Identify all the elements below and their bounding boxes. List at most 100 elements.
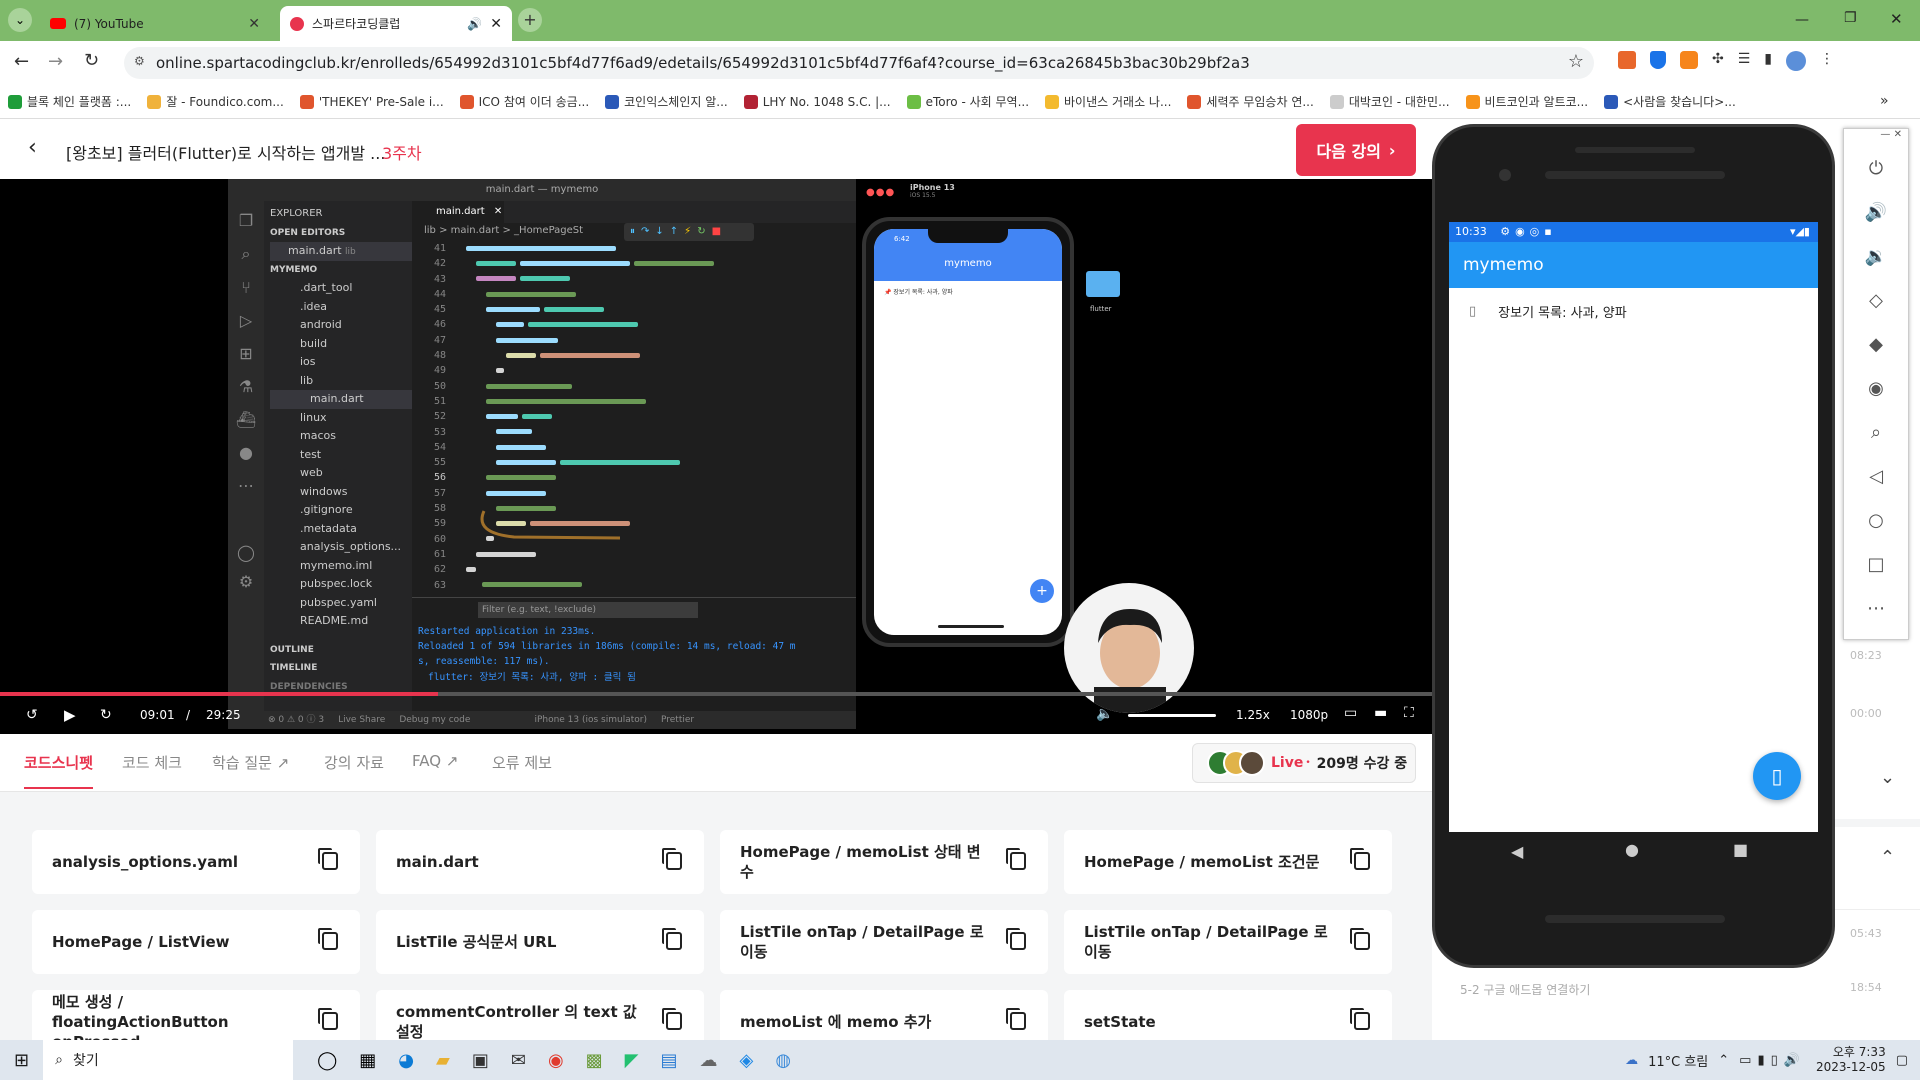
back-icon[interactable]: ◁ — [1864, 465, 1888, 489]
kebab-menu-icon[interactable]: ⋮ — [1820, 51, 1834, 71]
notification-icon[interactable]: ▢ — [1896, 1053, 1908, 1068]
step-into-icon[interactable]: ↓ — [655, 226, 669, 237]
editor-tab[interactable]: main.dart ✕ — [412, 201, 504, 223]
tree-item[interactable]: ios — [270, 353, 412, 372]
camera-icon[interactable]: ◉ — [1864, 377, 1888, 401]
close-window-button[interactable]: ✕ — [1890, 10, 1903, 28]
copy-icon[interactable] — [662, 1008, 682, 1030]
copy-icon[interactable] — [1006, 848, 1026, 870]
bookmark-item[interactable]: 바이낸스 거래소 나... — [1045, 93, 1171, 110]
windows-start-icon[interactable]: ⊞ — [14, 1050, 29, 1071]
bookmark-item[interactable]: ICO 참여 이더 송금... — [459, 93, 589, 110]
bookmark-star-icon[interactable]: ☆ — [1568, 51, 1584, 72]
nav-recents-icon[interactable]: ■ — [1733, 840, 1748, 859]
volume-down-icon[interactable]: 🔉 — [1864, 245, 1888, 269]
tab-learning-question[interactable]: 학습 질문 ↗ — [212, 752, 289, 773]
store-icon[interactable]: ▣ — [472, 1050, 489, 1071]
step-over-icon[interactable]: ↷ — [641, 226, 655, 237]
rotate-left-icon[interactable]: ◇ — [1864, 289, 1888, 313]
fab-add-button[interactable]: ▯ — [1753, 752, 1801, 800]
reading-list-icon[interactable]: ☰ — [1738, 51, 1751, 71]
tree-item[interactable]: analysis_options... — [270, 538, 412, 557]
bookmark-item[interactable]: 'THEKEY' Pre-Sale i... — [299, 94, 444, 109]
bookmark-item[interactable]: LHY No. 1048 S.C. |... — [743, 94, 891, 109]
copy-icon[interactable] — [662, 848, 682, 870]
play-icon[interactable]: ▶ — [64, 706, 76, 724]
pin-icon[interactable]: 📌 — [884, 289, 891, 296]
video-progress-track[interactable] — [0, 692, 1432, 696]
close-icon[interactable]: ✕ — [248, 16, 260, 32]
tray-icons[interactable]: ▭▮▯🔊 — [1739, 1053, 1806, 1068]
vscode-icon[interactable]: ◈ — [740, 1050, 754, 1071]
snippet-card[interactable]: analysis_options.yaml — [32, 830, 360, 894]
pause-icon[interactable]: ⏸ — [630, 226, 641, 237]
kotlin-icon[interactable]: ◤ — [625, 1050, 639, 1071]
app-icon[interactable]: ▩ — [586, 1050, 603, 1071]
chrome-icon[interactable]: ◉ — [548, 1050, 564, 1071]
account-icon[interactable]: ◯ — [228, 543, 264, 562]
task-view-icon[interactable]: ◯ — [317, 1050, 337, 1071]
rewind-10-icon[interactable]: ↺ — [26, 707, 38, 723]
copy-icon[interactable] — [1350, 1008, 1370, 1030]
bookmark-item[interactable]: 잘 - Foundico.com... — [147, 93, 284, 110]
copy-icon[interactable] — [1350, 928, 1370, 950]
new-tab-button[interactable]: + — [518, 8, 542, 32]
open-editors-heading[interactable]: OPEN EDITORS — [270, 224, 412, 243]
minimize-icon[interactable]: — — [1880, 129, 1890, 140]
clock[interactable]: 오후 7:33 2023-12-05 — [1816, 1045, 1886, 1075]
gear-icon[interactable]: ⚙ — [228, 572, 264, 591]
metamask-icon[interactable] — [1680, 51, 1698, 69]
speaker-icon[interactable]: 🔊 — [467, 17, 482, 31]
bookmark-item[interactable]: eToro - 사회 무역... — [906, 93, 1029, 110]
close-icon[interactable]: ✕ — [490, 16, 502, 32]
tree-item[interactable]: README.md — [270, 612, 412, 631]
timeline-heading[interactable]: TIMELINE — [270, 659, 412, 678]
chevron-up-icon[interactable]: ⌃ — [1880, 847, 1895, 868]
mail-icon[interactable]: ✉ — [511, 1050, 526, 1071]
github-icon[interactable]: ● — [228, 443, 264, 462]
tree-item[interactable]: test — [270, 446, 412, 465]
theater-mode-icon[interactable]: ▬ — [1374, 705, 1387, 721]
snippet-card[interactable]: main.dart — [376, 830, 704, 894]
next-lecture-button[interactable]: 다음 강의 › — [1296, 124, 1416, 176]
tree-item[interactable]: linux — [270, 409, 412, 428]
tab-code-check[interactable]: 코드 체크 — [122, 752, 182, 773]
file-explorer-icon[interactable]: ▰ — [436, 1050, 450, 1071]
close-icon[interactable]: ✕ — [494, 206, 502, 217]
forward-10-icon[interactable]: ↻ — [100, 707, 112, 723]
copy-icon[interactable] — [318, 928, 338, 950]
volume-icon[interactable]: 🔈 — [1096, 706, 1113, 722]
pin-icon[interactable]: ▯ — [1469, 304, 1476, 319]
tree-item[interactable]: web — [270, 464, 412, 483]
tree-item[interactable]: .metadata — [270, 520, 412, 539]
bookmark-item[interactable]: 세력주 무임승차 연... — [1187, 93, 1314, 110]
files-icon[interactable]: ❐ — [228, 211, 264, 230]
tree-item[interactable]: pubspec.yaml — [270, 594, 412, 613]
power-icon[interactable]: ⏻ — [1864, 157, 1888, 181]
stop-icon[interactable]: ■ — [712, 226, 727, 237]
snippet-card[interactable]: memoList 에 memo 추가 — [720, 990, 1048, 1040]
snippet-card[interactable]: HomePage / memoList 상태 변수 — [720, 830, 1048, 894]
overview-icon[interactable]: □ — [1864, 553, 1888, 577]
tree-item[interactable]: main.dart — [270, 390, 412, 409]
step-out-icon[interactable]: ↑ — [670, 226, 684, 237]
back-arrow-icon[interactable]: ‹ — [28, 135, 37, 160]
tab-lecture-material[interactable]: 강의 자료 — [324, 752, 384, 773]
tree-item[interactable]: mymemo.iml — [270, 557, 412, 576]
source-control-icon[interactable]: ⑂ — [228, 278, 264, 297]
rotate-right-icon[interactable]: ◆ — [1864, 333, 1888, 357]
forward-icon[interactable]: → — [48, 51, 63, 72]
search-icon[interactable]: ⌕ — [228, 244, 264, 264]
puzzle-icon[interactable]: ✣ — [1712, 51, 1724, 71]
tab-search-button[interactable]: ⌄ — [8, 8, 32, 32]
lesson-title[interactable]: 5-2 구글 애드몹 연결하기 — [1460, 981, 1590, 998]
tab-youtube[interactable]: (7) YouTube ✕ — [40, 6, 270, 41]
tab-spartacoding[interactable]: 스파르타코딩클럽 🔊 ✕ — [280, 6, 512, 41]
snippet-card[interactable]: HomePage / memoList 조건문 — [1064, 830, 1392, 894]
snippet-card[interactable]: ListTile 공식문서 URL — [376, 910, 704, 974]
nav-home-icon[interactable]: ● — [1625, 840, 1639, 859]
bookmark-item[interactable]: 대박코인 - 대한민... — [1329, 93, 1450, 110]
playback-speed[interactable]: 1.25x — [1236, 708, 1270, 722]
tree-item[interactable]: .dart_tool — [270, 279, 412, 298]
bookmark-item[interactable]: 코인익스체인지 알... — [605, 93, 728, 110]
